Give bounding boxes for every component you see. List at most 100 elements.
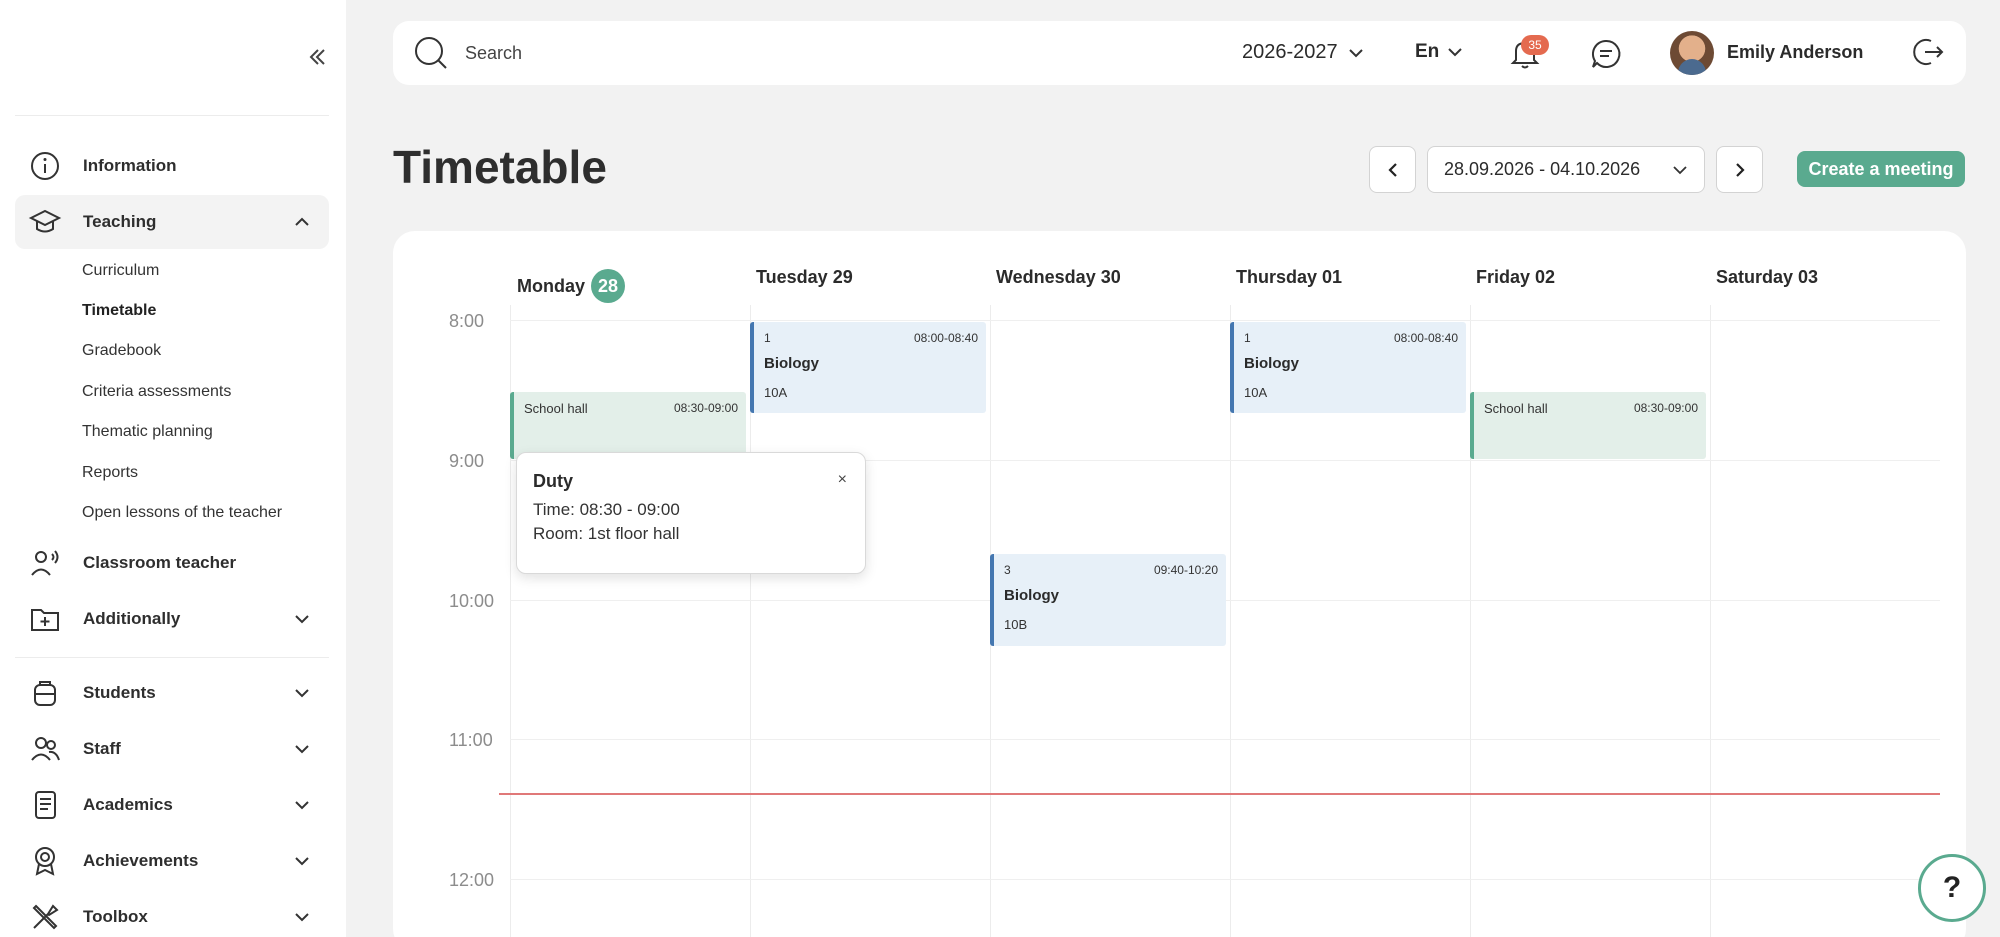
lesson-number: 1 (764, 331, 771, 345)
sidebar-item-additionally[interactable]: Additionally (15, 592, 329, 646)
date-range-select[interactable]: 28.09.2026 - 04.10.2026 (1427, 146, 1705, 193)
lesson-time: 08:00-08:40 (1393, 331, 1458, 345)
notification-count-badge: 35 (1521, 35, 1549, 55)
duty-details-popup: Duty × Time: 08:30 - 09:00 Room: 1st flo… (516, 452, 866, 574)
time-label: 12:00 (449, 870, 495, 890)
search-icon[interactable] (413, 35, 449, 71)
next-week-button[interactable] (1716, 146, 1763, 193)
info-icon (15, 149, 75, 183)
sidebar-item-academics[interactable]: Academics (15, 778, 329, 832)
lesson-number: 3 (1004, 563, 1011, 577)
lesson-class: 10A (1244, 385, 1268, 400)
top-bar: 2026-2027 En 35 Emily Anderson (393, 21, 1966, 85)
chevron-down-icon (295, 615, 309, 624)
chevron-left-icon (1387, 162, 1397, 177)
duty-place: School hall (524, 401, 588, 416)
sidebar-item-label: Information (83, 156, 177, 175)
duty-time: 08:30-09:00 (673, 401, 738, 415)
document-icon (15, 788, 75, 822)
lesson-subject: Biology (1244, 355, 1299, 372)
time-label: 10:00 (449, 591, 495, 611)
backpack-icon (15, 676, 75, 710)
duty-event[interactable]: School hall 08:30-09:00 (1470, 392, 1706, 459)
double-chevron-left-icon (309, 49, 325, 65)
popup-title: Duty (533, 471, 573, 491)
language-value: En (1415, 41, 1440, 62)
sidebar-subitem-criteria-assessments[interactable]: Criteria assessments (82, 383, 231, 401)
language-select[interactable]: En (1415, 41, 1463, 63)
chevron-down-icon (1348, 48, 1363, 57)
sidebar-subitem-gradebook[interactable]: Gradebook (82, 342, 161, 360)
sidebar-item-label: Toolbox (83, 907, 148, 926)
sidebar-subitem-reports[interactable]: Reports (82, 464, 138, 482)
sidebar-subitem-timetable[interactable]: Timetable (82, 302, 156, 320)
duty-event[interactable]: School hall 08:30-09:00 (510, 392, 746, 459)
day-header-friday: Friday 02 (1476, 267, 1556, 287)
sidebar-divider (15, 657, 329, 658)
lesson-event[interactable]: 3 09:40-10:20 Biology 10B (990, 554, 1226, 646)
folder-plus-icon (15, 602, 75, 636)
chevron-down-icon (295, 913, 309, 922)
academic-year-select[interactable]: 2026-2027 (1242, 41, 1364, 64)
chevron-down-icon (295, 745, 309, 754)
tools-icon (15, 900, 75, 934)
sidebar-subitem-curriculum[interactable]: Curriculum (82, 262, 159, 280)
graduation-cap-icon (15, 205, 75, 239)
grid-hour-line (510, 320, 1940, 321)
collapse-sidebar-button[interactable] (306, 44, 328, 70)
time-label: 9:00 (449, 451, 485, 471)
day-name: Monday (517, 275, 586, 296)
search-input[interactable] (465, 39, 965, 67)
page-title: Timetable (393, 141, 607, 193)
sidebar-item-classroom-teacher[interactable]: Classroom teacher (15, 536, 329, 590)
chevron-down-icon (1673, 166, 1687, 175)
medal-icon (15, 844, 75, 878)
day-header-tuesday: Tuesday 29 (756, 267, 853, 287)
lesson-event[interactable]: 1 08:00-08:40 Biology 10A (1230, 322, 1466, 413)
lesson-subject: Biology (1004, 587, 1059, 604)
academic-year-value: 2026-2027 (1242, 41, 1338, 63)
grid-hour-line (510, 739, 1940, 740)
sidebar-item-label: Academics (83, 795, 173, 814)
previous-week-button[interactable] (1369, 146, 1416, 193)
day-header-wednesday: Wednesday 30 (996, 267, 1121, 287)
day-header-saturday: Saturday 03 (1716, 267, 1819, 287)
duty-place: School hall (1484, 401, 1548, 416)
chevron-down-icon (295, 689, 309, 698)
avatar[interactable] (1670, 31, 1714, 75)
sidebar-item-information[interactable]: Information (15, 139, 329, 193)
lesson-class: 10B (1004, 617, 1028, 632)
grid-column-line (1710, 305, 1711, 937)
user-name[interactable]: Emily Anderson (1727, 42, 1863, 63)
chat-icon[interactable] (1589, 37, 1623, 71)
time-label: 8:00 (449, 311, 485, 331)
sidebar-item-label: Achievements (83, 851, 199, 870)
chevron-down-icon (1448, 48, 1462, 57)
sidebar-item-label: Staff (83, 739, 121, 758)
day-header-thursday: Thursday 01 (1236, 267, 1343, 287)
sidebar-item-students[interactable]: Students (15, 666, 329, 720)
sidebar-item-staff[interactable]: Staff (15, 722, 329, 776)
sidebar-item-toolbox[interactable]: Toolbox (15, 890, 329, 937)
chevron-right-icon (1735, 162, 1745, 177)
sidebar-subitem-open-lessons[interactable]: Open lessons of the teacher (82, 504, 282, 522)
grid-hour-line (510, 879, 1940, 880)
current-time-indicator (499, 793, 1940, 795)
timetable-calendar: Monday 28 Tuesday 29 Wednesday 30 Thursd… (393, 231, 1966, 937)
sidebar-item-achievements[interactable]: Achievements (15, 834, 329, 888)
sidebar: Information Teaching Curriculum Timetabl… (0, 0, 346, 937)
close-icon[interactable]: × (838, 471, 847, 489)
date-range-value: 28.09.2026 - 04.10.2026 (1444, 159, 1641, 179)
lesson-class: 10A (764, 385, 788, 400)
duty-time: 08:30-09:00 (1633, 401, 1698, 415)
chevron-down-icon (295, 801, 309, 810)
lesson-event[interactable]: 1 08:00-08:40 Biology 10A (750, 322, 986, 413)
logout-icon[interactable] (1911, 35, 1945, 69)
users-voice-icon (15, 546, 75, 580)
create-meeting-button[interactable]: Create a meeting (1797, 151, 1965, 187)
lesson-time: 09:40-10:20 (1153, 563, 1218, 577)
sidebar-item-teaching[interactable]: Teaching (15, 195, 329, 249)
help-button[interactable]: ? (1918, 854, 1986, 922)
sidebar-subitem-thematic-planning[interactable]: Thematic planning (82, 423, 213, 441)
day-header-monday: Monday 28 (517, 269, 626, 303)
